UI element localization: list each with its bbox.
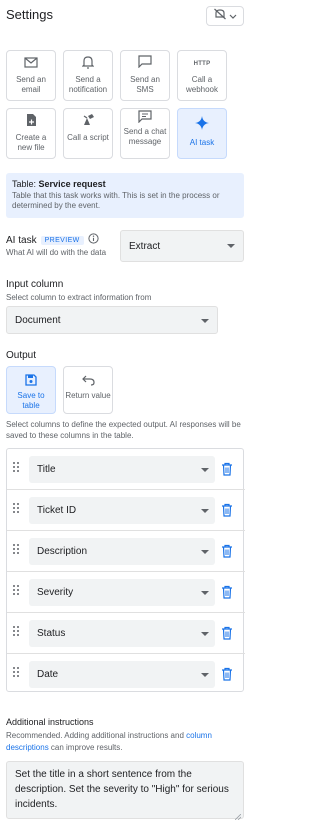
output-column-row: Date bbox=[7, 654, 245, 695]
column-value: Status bbox=[37, 628, 66, 639]
task-label: Call a webhook bbox=[185, 75, 219, 94]
task-send-sms[interactable]: Send an SMS bbox=[120, 50, 170, 101]
column-value: Description bbox=[37, 546, 88, 557]
bell-icon bbox=[81, 55, 95, 74]
drag-handle-icon[interactable] bbox=[13, 585, 21, 597]
ai-task-select[interactable]: Extract bbox=[120, 230, 244, 262]
input-column-label: Input column bbox=[6, 279, 64, 290]
output-option-label: Return value bbox=[65, 391, 111, 400]
output-column-select[interactable]: Date bbox=[29, 661, 215, 688]
dropdown-caret-icon bbox=[201, 550, 209, 554]
notifications-off-icon bbox=[213, 7, 227, 25]
dropdown-caret-icon bbox=[201, 468, 209, 472]
output-column-select[interactable]: Severity bbox=[29, 579, 215, 606]
input-column-description: Select column to extract information fro… bbox=[6, 293, 152, 302]
output-column-select[interactable]: Description bbox=[29, 538, 215, 565]
output-save-to-table[interactable]: Save to table bbox=[6, 366, 56, 414]
input-column-select[interactable]: Document bbox=[6, 306, 218, 334]
column-value: Date bbox=[37, 669, 59, 680]
output-column-row: Status bbox=[7, 613, 245, 654]
dropdown-caret-icon bbox=[201, 673, 209, 677]
dropdown-caret-icon bbox=[227, 244, 235, 248]
sms-icon bbox=[138, 55, 152, 73]
instructions-value: Set the title in a short sentence from t… bbox=[15, 769, 229, 810]
dropdown-caret-icon bbox=[201, 509, 209, 513]
task-call-script[interactable]: Call a script bbox=[63, 108, 113, 159]
chat-icon bbox=[138, 110, 152, 128]
delete-icon[interactable] bbox=[221, 667, 233, 681]
task-send-chat[interactable]: Send a chat message bbox=[120, 108, 170, 159]
output-label: Output bbox=[6, 350, 37, 361]
delete-icon[interactable] bbox=[221, 544, 233, 558]
output-columns-list: Title Ticket ID Description Severity Sta… bbox=[6, 448, 245, 695]
drag-handle-icon[interactable] bbox=[13, 544, 21, 556]
additional-instructions-textarea[interactable]: Set the title in a short sentence from t… bbox=[6, 761, 244, 821]
preview-badge: PREVIEW bbox=[40, 235, 84, 245]
input-column-value: Document bbox=[15, 314, 61, 326]
drag-handle-icon[interactable] bbox=[13, 667, 21, 679]
task-ai-task[interactable]: AI task bbox=[177, 108, 227, 159]
delete-icon[interactable] bbox=[221, 462, 233, 476]
task-create-file[interactable]: Create a new file bbox=[6, 108, 56, 159]
task-label: Create a new file bbox=[15, 133, 47, 152]
description-text: Recommended. Adding additional instructi… bbox=[6, 731, 187, 740]
output-column-row: Title bbox=[7, 449, 245, 490]
output-description: Select columns to define the expected ou… bbox=[6, 420, 241, 440]
task-label: Send an SMS bbox=[130, 75, 160, 94]
task-label: Send a chat message bbox=[123, 127, 167, 146]
additional-instructions-label: Additional instructions bbox=[6, 717, 94, 727]
output-column-select[interactable]: Title bbox=[29, 456, 215, 483]
column-value: Title bbox=[37, 464, 56, 475]
output-column-row: Ticket ID bbox=[7, 490, 245, 531]
ai-task-description: What AI will do with the data bbox=[6, 248, 107, 257]
page-title: Settings bbox=[6, 7, 53, 22]
task-label: Call a script bbox=[67, 133, 109, 142]
delete-icon[interactable] bbox=[221, 503, 233, 517]
drag-handle-icon[interactable] bbox=[13, 462, 21, 474]
delete-icon[interactable] bbox=[221, 585, 233, 599]
sparkle-icon bbox=[195, 115, 209, 135]
output-option-label: Save to table bbox=[17, 391, 45, 410]
ai-task-value: Extract bbox=[129, 240, 161, 252]
output-column-row: Severity bbox=[7, 572, 245, 613]
ai-task-label-row: AI task PREVIEW bbox=[6, 233, 99, 247]
dropdown-caret-icon bbox=[201, 591, 209, 595]
mail-icon bbox=[24, 55, 38, 73]
task-label: Send a notification bbox=[68, 75, 108, 94]
description-text: can improve results. bbox=[48, 743, 123, 752]
additional-instructions-description: Recommended. Adding additional instructi… bbox=[6, 730, 244, 754]
file-icon bbox=[26, 113, 37, 132]
output-column-row: Description bbox=[7, 531, 245, 572]
task-send-notification[interactable]: Send a notification bbox=[63, 50, 113, 101]
save-icon bbox=[25, 373, 37, 387]
http-icon: HTTP bbox=[193, 61, 211, 67]
output-column-select[interactable]: Ticket ID bbox=[29, 497, 215, 524]
drag-handle-icon[interactable] bbox=[13, 626, 21, 638]
output-return-value[interactable]: Return value bbox=[63, 366, 113, 414]
notification-toggle[interactable] bbox=[206, 6, 244, 26]
resize-handle-icon[interactable] bbox=[234, 810, 242, 821]
header: Settings bbox=[0, 0, 250, 32]
script-icon bbox=[82, 113, 95, 131]
dropdown-caret-icon bbox=[201, 632, 209, 636]
column-value: Ticket ID bbox=[37, 505, 77, 516]
task-label: Send an email bbox=[16, 75, 46, 94]
output-column-select[interactable]: Status bbox=[29, 620, 215, 647]
table-prefix: Table: bbox=[12, 179, 37, 189]
delete-icon[interactable] bbox=[221, 626, 233, 640]
task-call-webhook[interactable]: HTTP Call a webhook bbox=[177, 50, 227, 101]
drag-handle-icon[interactable] bbox=[13, 503, 21, 515]
ai-task-label: AI task bbox=[6, 234, 37, 246]
table-info-box: Table: Service request Table that this t… bbox=[6, 173, 244, 218]
column-value: Severity bbox=[37, 587, 74, 598]
undo-icon bbox=[81, 373, 95, 387]
info-icon[interactable] bbox=[88, 233, 99, 247]
task-label: AI task bbox=[189, 138, 215, 147]
chevron-down-icon bbox=[229, 7, 237, 25]
task-send-email[interactable]: Send an email bbox=[6, 50, 56, 101]
table-name: Service request bbox=[38, 179, 106, 189]
dropdown-caret-icon bbox=[201, 319, 209, 323]
table-info-description: Table that this task works with. This is… bbox=[12, 191, 220, 210]
table-info-title: Table: Service request bbox=[12, 179, 238, 190]
